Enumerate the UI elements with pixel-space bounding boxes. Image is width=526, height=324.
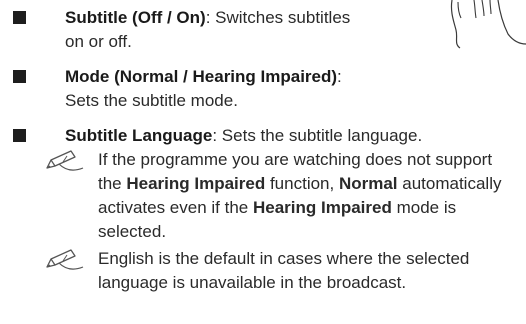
item-text: Subtitle (Off / On): Switches subtitles … (65, 6, 445, 54)
separator: : (337, 67, 342, 86)
pencil-note-icon (46, 150, 84, 171)
item-title: Mode (Normal / Hearing Impaired) (65, 67, 338, 86)
hand-illustration (450, 0, 526, 49)
item-description-line1: Switches subtitles (215, 8, 351, 27)
square-bullet-icon (13, 70, 26, 83)
item-description-line2: on or off. (65, 32, 132, 51)
note-text: English is the default in cases where th… (98, 247, 508, 295)
square-bullet-icon (13, 11, 26, 24)
note-segment: English is the default in cases where th… (98, 249, 470, 292)
item-title: Subtitle (Off / On) (65, 8, 206, 27)
square-bullet-icon (13, 129, 26, 142)
separator: : (205, 8, 216, 27)
item-description: Sets the subtitle language. (221, 126, 423, 145)
item-description: Sets the subtitle mode. (65, 91, 238, 110)
item-text: Subtitle Language: Sets the subtitle lan… (65, 124, 525, 148)
note-segment: function, (265, 174, 339, 193)
note-emphasis: Hearing Impaired (126, 174, 266, 193)
note-emphasis: Hearing Impaired (252, 198, 392, 217)
item-title: Subtitle Language (65, 126, 213, 145)
note-emphasis: Normal (338, 174, 398, 193)
note-text: If the programme you are watching does n… (98, 148, 508, 244)
separator: : (212, 126, 222, 145)
pencil-note-icon (46, 249, 84, 270)
item-text: Mode (Normal / Hearing Impaired): Sets t… (65, 65, 505, 113)
